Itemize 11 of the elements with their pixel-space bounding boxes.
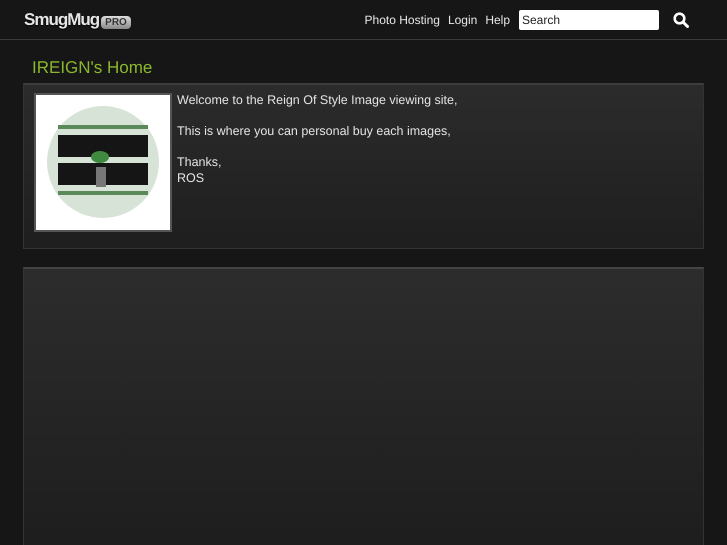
message-paragraph: Welcome to the Reign Of Style Image viewing site, [177,93,458,108]
logo[interactable]: SmugMug [24,10,100,30]
nav-link[interactable]: Photo Hosting [364,12,440,26]
pro-badge: PRO [101,16,131,28]
nav-link[interactable]: Help [485,12,510,26]
nav-link[interactable]: Login [448,12,478,26]
message-paragraph: This is where you can personal buy each images, [177,124,451,140]
search-icon[interactable] [673,12,689,28]
search-field[interactable]: Search [519,10,659,30]
page-title: IREIGN's Home [32,58,154,78]
message-paragraph: Thanks, ROS [177,155,222,186]
